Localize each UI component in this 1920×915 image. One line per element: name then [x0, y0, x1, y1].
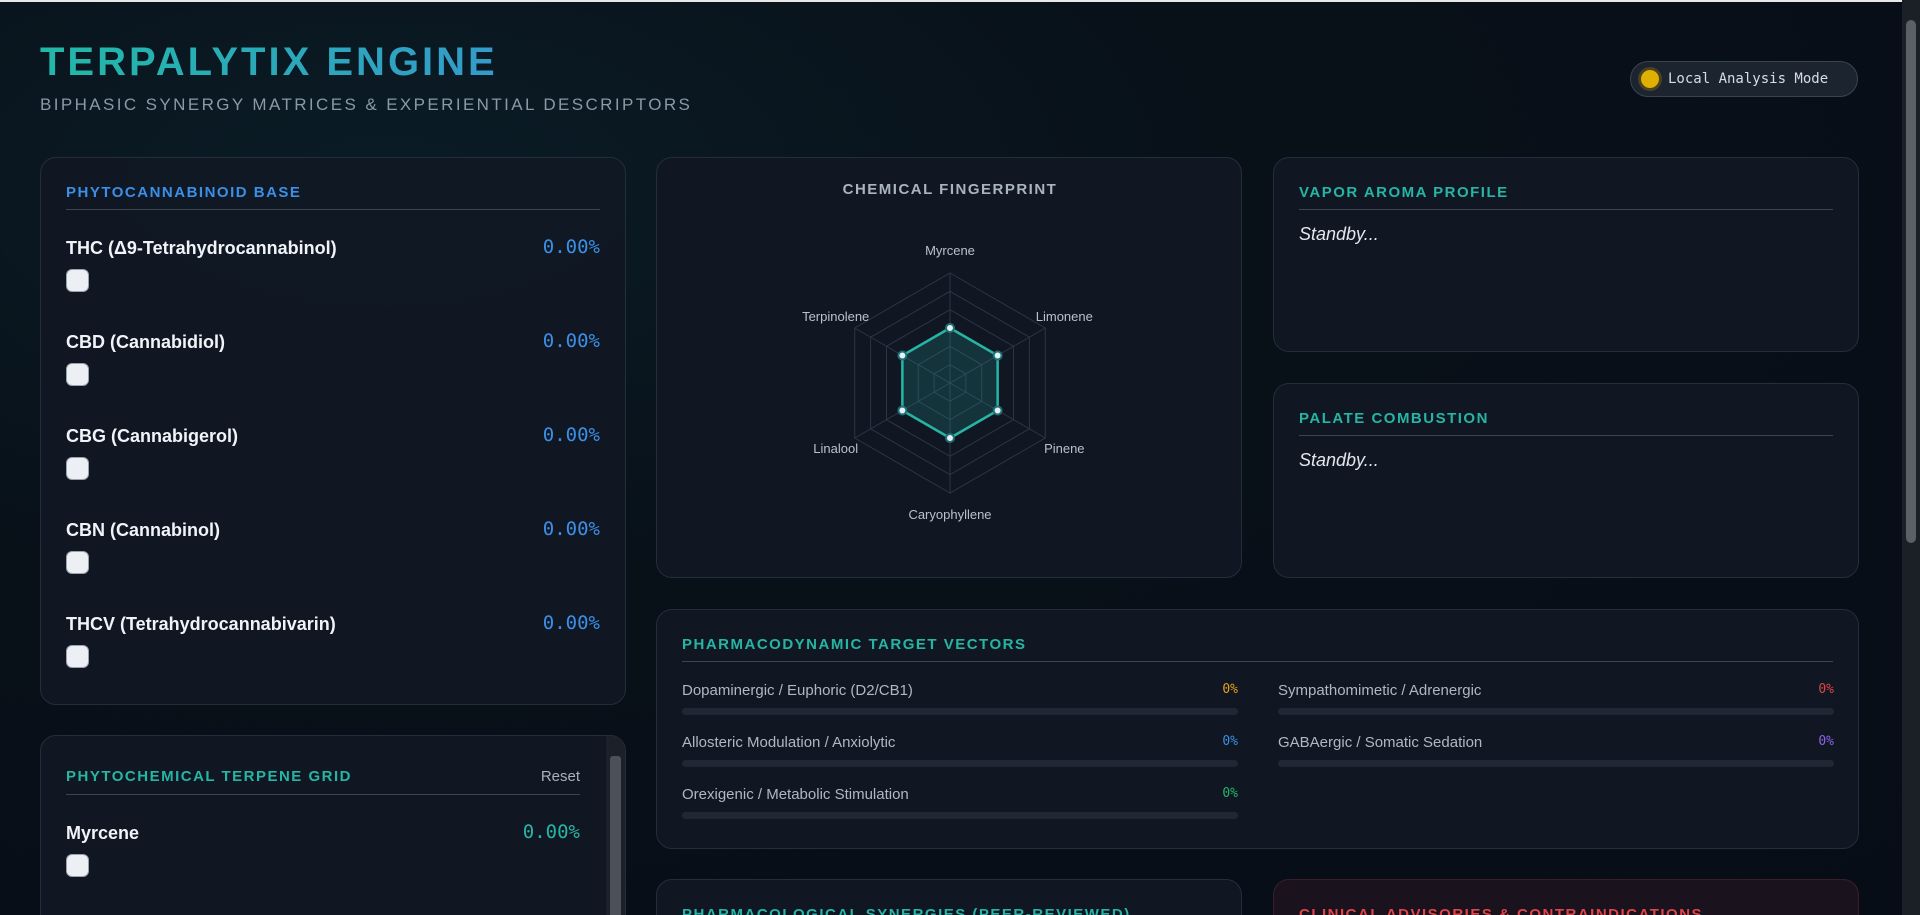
cannabinoid-label: CBD (Cannabidiol): [66, 332, 225, 352]
vector-bar: [682, 760, 1238, 767]
cannabinoid-panel: PHYTOCANNABINOID BASE THC (Δ9-Tetrahydro…: [40, 157, 626, 705]
vector-allosteric: Allosteric Modulation / Anxiolytic 0%: [682, 734, 1238, 774]
vector-value: 0%: [1222, 786, 1238, 801]
synergies-panel-title: PHARMACOLOGICAL SYNERGIES (PEER-REVIEWED…: [682, 906, 1131, 915]
cannabinoid-label: CBN (Cannabinol): [66, 520, 220, 540]
terpene-scrollbar-thumb[interactable]: [610, 756, 621, 915]
aroma-panel-title: VAPOR AROMA PROFILE: [1299, 184, 1833, 210]
vectors-panel: PHARMACODYNAMIC TARGET VECTORS Dopaminer…: [656, 609, 1859, 849]
radar-point: [897, 350, 908, 361]
radar-axis-label: Myrcene: [925, 243, 975, 258]
window-top-border: [0, 0, 1902, 2]
cannabinoid-value: 0.00%: [542, 236, 600, 258]
radar-point: [897, 405, 908, 416]
cannabinoid-slider-thumb[interactable]: [66, 551, 89, 574]
page-scrollbar-thumb[interactable]: [1906, 20, 1916, 543]
aroma-status-text: Standby...: [1299, 224, 1379, 244]
page-header: TERPALYTIX ENGINE BIPHASIC SYNERGY MATRI…: [40, 40, 692, 115]
reset-button[interactable]: Reset: [541, 768, 580, 785]
radar-axis-label: Caryophyllene: [908, 507, 991, 522]
palate-panel: PALATE COMBUSTION Standby...: [1273, 383, 1859, 578]
vector-label: Sympathomimetic / Adrenergic: [1278, 682, 1482, 699]
vector-label: Dopaminergic / Euphoric (D2/CB1): [682, 682, 913, 699]
vector-dopaminergic: Dopaminergic / Euphoric (D2/CB1) 0%: [682, 682, 1238, 722]
terpene-value: 0.00%: [522, 821, 580, 843]
radar-point: [945, 323, 955, 333]
vector-bar: [682, 708, 1238, 715]
cannabinoid-value: 0.00%: [542, 518, 600, 540]
vector-label: Allosteric Modulation / Anxiolytic: [682, 734, 896, 751]
status-dot-icon: [1641, 70, 1659, 88]
page-scrollbar[interactable]: [1902, 0, 1920, 915]
radar-axis-label: Terpinolene: [802, 309, 869, 324]
cannabinoid-slider-thumb[interactable]: [66, 269, 89, 292]
terpene-label: Myrcene: [66, 823, 140, 843]
radar-data-shape: [901, 326, 999, 440]
cannabinoid-row-cbg: CBG (Cannabigerol) 0.00%: [66, 424, 600, 520]
radar-chart: CHEMICAL FINGERPRINT Myrcene Limonene Pine…: [802, 181, 1093, 522]
cannabinoid-row-thc: THC (Δ9-Tetrahydrocannabinol) 0.00%: [66, 236, 600, 332]
radar-point: [945, 433, 955, 443]
cannabinoid-label: THCV (Tetrahydrocannabivarin): [66, 614, 336, 634]
palate-status-text: Standby...: [1299, 450, 1379, 470]
terpene-panel-title: PHYTOCHEMICAL TERPENE GRID: [66, 768, 580, 795]
vector-sympathomimetic: Sympathomimetic / Adrenergic 0%: [1278, 682, 1834, 722]
cannabinoid-label: CBG (Cannabigerol): [66, 426, 239, 446]
terpene-slider-thumb[interactable]: [66, 854, 89, 877]
cannabinoid-slider-thumb[interactable]: [66, 645, 89, 668]
terpene-panel: PHYTOCHEMICAL TERPENE GRID Reset Myrcene…: [40, 735, 626, 915]
radar-point: [992, 405, 1003, 416]
radar-axis-label: Limonene: [1036, 309, 1093, 324]
vector-label: Orexigenic / Metabolic Stimulation: [682, 786, 909, 803]
vector-value: 0%: [1818, 682, 1834, 697]
vectors-panel-title: PHARMACODYNAMIC TARGET VECTORS: [682, 636, 1833, 662]
aroma-panel: VAPOR AROMA PROFILE Standby...: [1273, 157, 1859, 352]
fingerprint-panel: CHEMICAL FINGERPRINT Myrcene Limonene Pine…: [656, 157, 1242, 578]
radar-point: [992, 350, 1003, 361]
synergies-panel: PHARMACOLOGICAL SYNERGIES (PEER-REVIEWED…: [656, 879, 1242, 915]
vector-value: 0%: [1818, 734, 1834, 749]
cannabinoid-slider-thumb[interactable]: [66, 363, 89, 386]
cannabinoid-row-cbn: CBN (Cannabinol) 0.00%: [66, 518, 600, 614]
cannabinoid-value: 0.00%: [542, 612, 600, 634]
vector-gabaergic: GABAergic / Somatic Sedation 0%: [1278, 734, 1834, 774]
palate-panel-title: PALATE COMBUSTION: [1299, 410, 1833, 436]
app-subtitle: BIPHASIC SYNERGY MATRICES & EXPERIENTIAL…: [40, 95, 693, 114]
cannabinoid-value: 0.00%: [542, 424, 600, 446]
terpene-scrollbar[interactable]: [606, 736, 625, 915]
vector-bar: [1278, 760, 1834, 767]
vector-bar: [1278, 708, 1834, 715]
radar-axis-label: Pinene: [1044, 441, 1084, 456]
cannabinoid-slider-thumb[interactable]: [66, 457, 89, 480]
vector-orexigenic: Orexigenic / Metabolic Stimulation 0%: [682, 786, 1238, 826]
terpene-row-myrcene: Myrcene 0.00%: [66, 821, 580, 915]
vector-value: 0%: [1222, 682, 1238, 697]
advisories-panel: CLINICAL ADVISORIES & CONTRAINDICATIONS: [1273, 879, 1859, 915]
advisories-panel-title: CLINICAL ADVISORIES & CONTRAINDICATIONS: [1299, 906, 1704, 915]
mode-badge-label: Local Analysis Mode: [1668, 71, 1829, 87]
mode-badge: Local Analysis Mode: [1630, 61, 1858, 97]
cannabinoid-row-thcv: THCV (Tetrahydrocannabivarin) 0.00%: [66, 612, 600, 708]
cannabinoid-row-cbd: CBD (Cannabidiol) 0.00%: [66, 330, 600, 426]
vector-label: GABAergic / Somatic Sedation: [1278, 734, 1483, 751]
vector-bar: [682, 812, 1238, 819]
cannabinoid-value: 0.00%: [542, 330, 600, 352]
app-title: TERPALYTIX ENGINE: [40, 40, 692, 85]
vector-value: 0%: [1222, 734, 1238, 749]
cannabinoid-label: THC (Δ9-Tetrahydrocannabinol): [66, 238, 337, 258]
radar-title: CHEMICAL FINGERPRINT: [843, 181, 1058, 198]
cannabinoid-panel-title: PHYTOCANNABINOID BASE: [66, 184, 600, 210]
radar-axis-label: Linalool: [813, 441, 858, 456]
